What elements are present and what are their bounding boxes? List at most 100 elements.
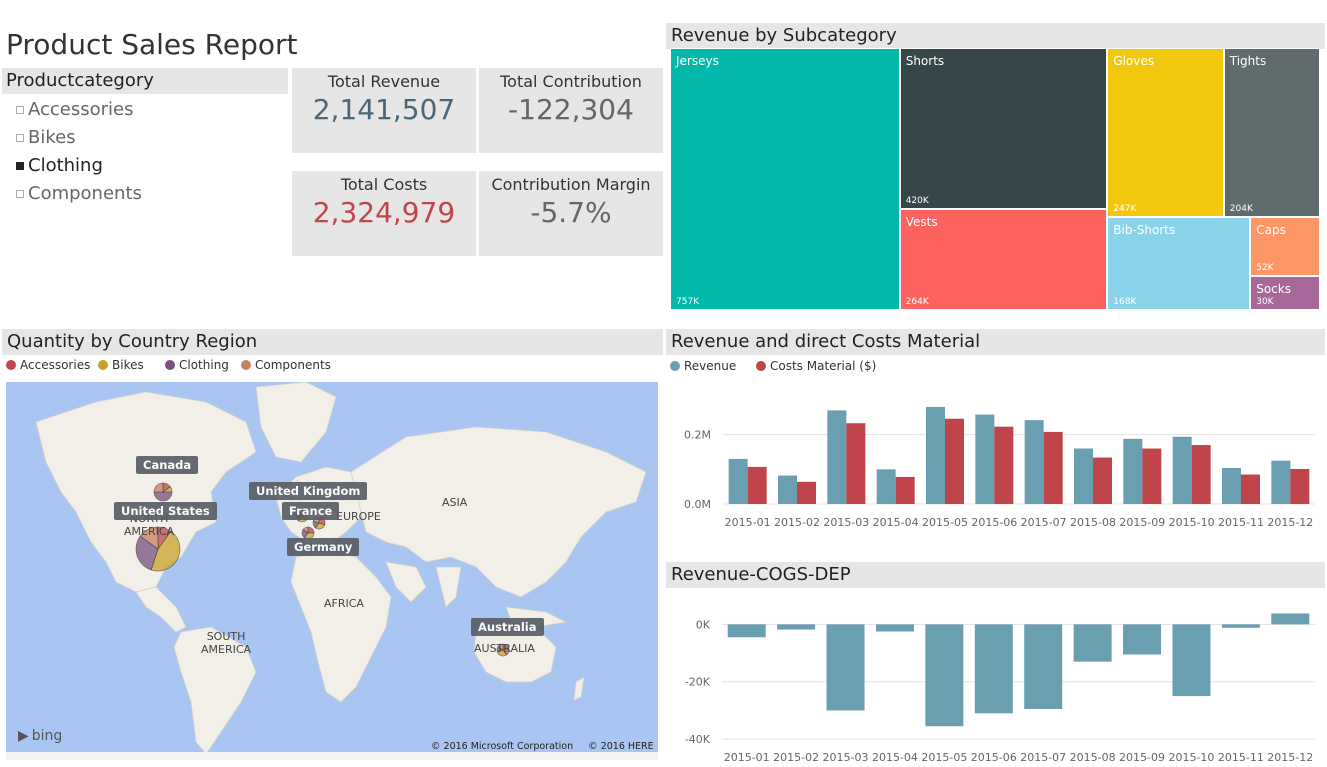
treemap-tile-bib-shorts[interactable]: Bib-Shorts 168K [1107,216,1251,310]
slicer-item-clothing[interactable]: Clothing [16,155,103,176]
continent-label-australia: AUSTRALIA [474,642,535,655]
treemap-tile-value: 168K [1113,296,1137,307]
bar-value-2015-12[interactable] [1271,613,1310,625]
bar-value-2015-06[interactable] [974,624,1013,714]
total-contribution-card[interactable]: Total Contribution -122,304 [479,68,663,153]
slicer-item-components[interactable]: Components [16,183,142,204]
checkbox-icon[interactable] [16,105,24,114]
slicer-item-label: Clothing [28,155,103,176]
bar-costs-material-2015-07[interactable] [1043,431,1063,504]
bar-costs-material-2015-06[interactable] [994,426,1014,504]
bar-value-2015-03[interactable] [826,624,865,711]
legend-item-costs-material[interactable]: Costs Material ($) [756,359,876,373]
continent-label-south-america: SOUTH AMERICA [201,630,252,656]
bar-value-2015-10[interactable] [1172,624,1211,697]
country-label-australia[interactable]: Australia [471,618,544,636]
total-costs-card[interactable]: Total Costs 2,324,979 [292,171,476,256]
legend-item-clothing[interactable]: Clothing [165,358,229,372]
x-tick-label: 2015-02 [773,751,819,764]
bar-revenue-2015-09[interactable] [1123,438,1143,504]
bar-revenue-2015-07[interactable] [1024,420,1044,504]
checked-checkbox-icon[interactable] [16,161,24,170]
y-tick-label: -40K [685,733,711,746]
treemap-tile-value: 420K [905,195,929,206]
bar-revenue-2015-12[interactable] [1271,460,1291,504]
x-tick-label: 2015-09 [1119,516,1165,529]
checkbox-icon[interactable] [16,189,24,198]
bar-costs-material-2015-02[interactable] [797,481,816,504]
legend-item-bikes[interactable]: Bikes [98,358,144,372]
slicer-item-label: Components [28,183,142,204]
country-label-united-kingdom[interactable]: United Kingdom [249,482,368,500]
treemap-tile-socks[interactable]: Socks 30K [1250,275,1320,310]
bar-value-2015-07[interactable] [1024,624,1063,709]
bar-costs-material-2015-08[interactable] [1093,457,1112,504]
total-revenue-card[interactable]: Total Revenue 2,141,507 [292,68,476,153]
bar-revenue-2015-06[interactable] [975,414,995,504]
bar-costs-material-2015-04[interactable] [895,476,915,504]
country-label-canada[interactable]: Canada [136,456,199,474]
treemap-tile-name: Socks [1256,281,1291,296]
treemap-tile-name: Gloves [1113,54,1154,68]
bar-costs-material-2015-10[interactable] [1191,445,1211,504]
bar-costs-material-2015-11[interactable] [1241,474,1260,504]
revenue-by-subcategory-treemap: Jerseys 757K Shorts 420K Vests 264K Gloves 247K… [670,48,1320,310]
bar-revenue-2015-04[interactable] [876,469,896,504]
bar-value-2015-09[interactable] [1123,624,1162,655]
bar-revenue-2015-05[interactable] [926,406,945,504]
revenue-costs-chart[interactable]: 0.0M0.2M2015-01 2015-02 2015-03 2015-04 2015… [666,380,1325,532]
bar-revenue-2015-02[interactable] [778,475,797,504]
legend-dot-icon [756,361,766,371]
bar-value-2015-11[interactable] [1221,624,1260,628]
bar-costs-material-2015-05[interactable] [945,418,964,504]
legend-item-revenue[interactable]: Revenue [670,359,736,373]
treemap-tile-value: 30K [1256,296,1274,307]
treemap-tile-jerseys[interactable]: Jerseys 757K [670,48,900,310]
treemap-tile-gloves[interactable]: Gloves 247K [1107,48,1224,217]
treemap-tile-vests[interactable]: Vests 264K [899,208,1108,310]
bar-costs-material-2015-09[interactable] [1142,448,1162,504]
legend-item-components[interactable]: Components [241,358,331,372]
bar-value-2015-02[interactable] [777,624,816,630]
bar-value-2015-01[interactable] [727,624,766,638]
y-tick-label: 0K [696,618,711,631]
bar-value-2015-05[interactable] [925,624,964,727]
bar-costs-material-2015-01[interactable] [747,466,767,504]
slicer-item-bikes[interactable]: Bikes [16,127,76,148]
bar-value-2015-04[interactable] [875,624,914,632]
map-pie-marker[interactable] [153,482,173,502]
bar-revenue-2015-01[interactable] [728,458,748,504]
bar-costs-material-2015-03[interactable] [846,423,866,504]
x-tick-label: 2015-03 [823,751,869,764]
x-tick-label: 2015-12 [1267,751,1313,764]
treemap-tile-name: Bib-Shorts [1113,222,1176,237]
treemap-tile-caps[interactable]: Caps 52K [1250,216,1320,276]
bar-revenue-2015-10[interactable] [1172,436,1192,504]
report-title: Product Sales Report [6,28,298,61]
bar-value-2015-08[interactable] [1073,624,1112,662]
bar-revenue-2015-03[interactable] [827,410,847,504]
bar-revenue-2015-11[interactable] [1222,467,1241,504]
treemap-tile-name: Shorts [905,54,945,68]
slicer-item-accessories[interactable]: Accessories [16,99,134,120]
bar-costs-material-2015-12[interactable] [1290,468,1310,504]
checkbox-icon[interactable] [16,133,24,142]
contribution-margin-card[interactable]: Contribution Margin -5.7% [479,171,663,256]
treemap-tile-value: 247K [1113,203,1137,214]
bar-revenue-2015-08[interactable] [1074,448,1093,504]
country-label-united-states[interactable]: United States [114,502,217,520]
country-label-france[interactable]: France [282,502,340,520]
legend-item-accessories[interactable]: Accessories [6,358,90,372]
map-visual[interactable]: NORTHAMERICAEUROPEASIAAFRICASOUTHAMERICA… [6,382,658,760]
card-value: -122,304 [508,93,634,126]
treemap-tile-tights[interactable]: Tights 204K [1223,48,1320,217]
x-tick-label: 2015-01 [724,751,770,764]
slicer-header: Productcategory [2,68,288,94]
treemap-tile-name: Caps [1256,222,1286,237]
treemap-tile-shorts[interactable]: Shorts 420K [899,48,1108,209]
x-tick-label: 2015-10 [1169,516,1215,529]
country-label-germany[interactable]: Germany [287,538,360,556]
y-tick-label: 0.0M [684,498,711,511]
treemap-tile-name: Vests [905,214,938,229]
revenue-cogs-dep-chart[interactable]: 0K-20K-40K2015-01 2015-02 2015-03 2015-04 20… [666,595,1325,767]
